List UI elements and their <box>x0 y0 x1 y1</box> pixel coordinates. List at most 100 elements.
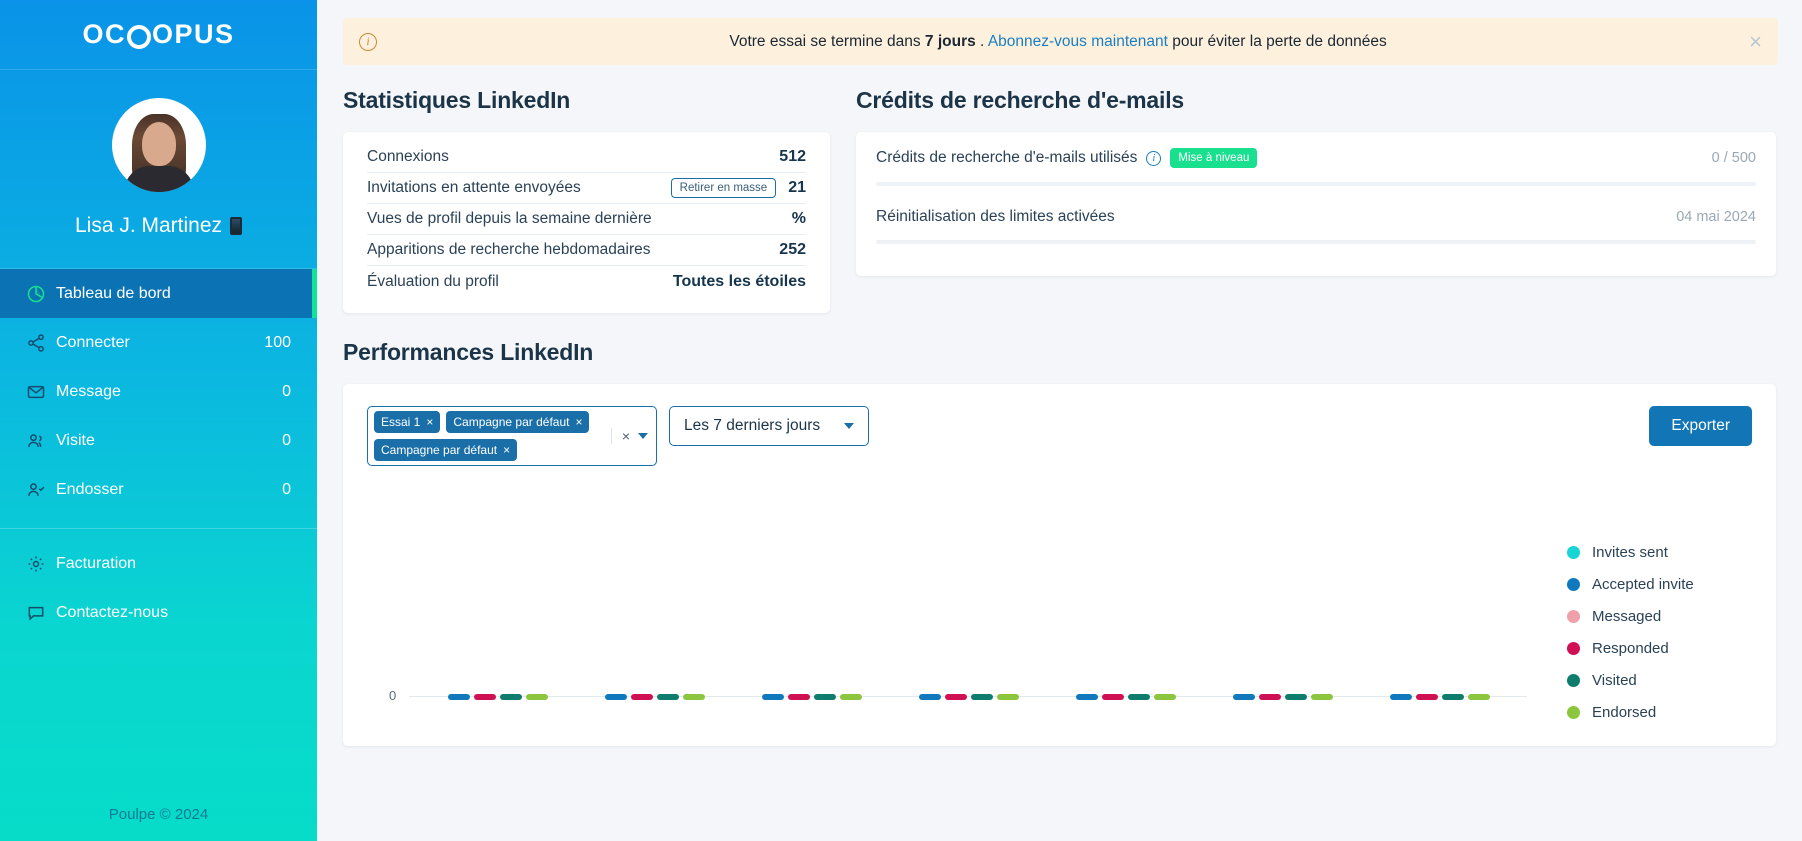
credits-used-label-group: Crédits de recherche d'e-mails utilisés … <box>876 148 1258 168</box>
performance-section: Performances LinkedIn Essai 1 × Campagne… <box>343 339 1776 746</box>
chat-icon <box>26 603 56 623</box>
chart-bar[interactable] <box>604 694 627 700</box>
chart-bar[interactable] <box>1311 694 1334 700</box>
chart-bar[interactable] <box>525 694 548 700</box>
chart-bar[interactable] <box>1233 694 1256 700</box>
sidebar-item-visite[interactable]: Visite 0 <box>0 416 317 465</box>
sidebar-item-connecter[interactable]: Connecter 100 <box>0 318 317 367</box>
chart-bar[interactable] <box>1154 694 1177 700</box>
sidebar-item-facturation[interactable]: Facturation <box>0 539 317 588</box>
campaign-multiselect[interactable]: Essai 1 × Campagne par défaut × Campagne… <box>367 406 657 466</box>
campaign-tag-label: Campagne par défaut <box>381 443 498 457</box>
sidebar-item-count: 0 <box>282 480 291 498</box>
chart-bar[interactable] <box>1259 694 1282 700</box>
legend-item[interactable]: Responded <box>1567 632 1752 664</box>
stat-label: Vues de profil depuis la semaine dernièr… <box>367 210 652 227</box>
info-icon: i <box>359 32 377 51</box>
chart-bar[interactable] <box>473 694 496 700</box>
chart-bar[interactable] <box>656 694 679 700</box>
stat-row-connexions: Connexions 512 <box>367 142 806 173</box>
close-icon[interactable]: × <box>503 443 510 457</box>
chevron-down-icon <box>844 423 854 429</box>
chart-bar[interactable] <box>813 694 836 700</box>
chart-legend: Invites sent Accepted invite Messaged Re… <box>1537 476 1752 726</box>
retirer-en-masse-button[interactable]: Retirer en masse <box>670 178 777 198</box>
campaign-tag[interactable]: Essai 1 × <box>374 411 441 433</box>
chart-bar[interactable] <box>499 694 522 700</box>
chart-bar[interactable] <box>682 694 705 700</box>
legend-label: Visited <box>1592 671 1637 689</box>
legend-item[interactable]: Visited <box>1567 664 1752 696</box>
brand-logo[interactable]: OC OPUS <box>0 0 317 70</box>
chart-bar[interactable] <box>1390 694 1413 700</box>
chart-bar[interactable] <box>1416 694 1439 700</box>
chart-bar[interactable] <box>630 694 653 700</box>
chart-bar[interactable] <box>1468 694 1491 700</box>
sidebar-item-endosser[interactable]: Endosser 0 <box>0 465 317 514</box>
legend-label: Responded <box>1592 639 1669 657</box>
campaign-tag-list: Essai 1 × Campagne par défaut × Campagne… <box>374 411 594 461</box>
chart-bar[interactable] <box>1102 694 1125 700</box>
stat-row-apparitions-recherche: Apparitions de recherche hebdomadaires 2… <box>367 235 806 266</box>
main-content: i Votre essai se termine dans 7 jours . … <box>317 0 1802 841</box>
close-icon[interactable]: × <box>575 415 582 429</box>
chart-bar[interactable] <box>1442 694 1465 700</box>
sidebar-item-label: Contactez-nous <box>56 603 169 621</box>
sidebar-item-count: 0 <box>282 382 291 400</box>
chart-bar-group <box>447 690 548 704</box>
sidebar-item-contactez-nous[interactable]: Contactez-nous <box>0 588 317 637</box>
clear-icon[interactable]: × <box>622 428 630 444</box>
legend-item[interactable]: Endorsed <box>1567 696 1752 728</box>
info-icon[interactable]: i <box>1146 150 1162 166</box>
chart-bar[interactable] <box>761 694 784 700</box>
chart-bar[interactable] <box>918 694 941 700</box>
campaign-tag[interactable]: Campagne par défaut × <box>374 439 518 461</box>
campaign-tag[interactable]: Campagne par défaut × <box>446 411 590 433</box>
chevron-down-icon[interactable] <box>638 433 648 439</box>
upgrade-badge-button[interactable]: Mise à niveau <box>1170 148 1258 168</box>
chart-bar[interactable] <box>1076 694 1099 700</box>
close-icon[interactable]: × <box>426 415 433 429</box>
chart-bar[interactable] <box>1285 694 1308 700</box>
stat-value: 21 <box>788 179 806 196</box>
dashboard-content: Statistiques LinkedIn Connexions 512 Inv… <box>317 87 1802 746</box>
chart-bar[interactable] <box>1128 694 1151 700</box>
subscribe-link[interactable]: Abonnez-vous maintenant <box>988 33 1168 50</box>
share-icon <box>26 333 56 353</box>
users-icon <box>26 431 56 451</box>
sidebar-nav: Tableau de bord Connecter 100 Message 0 <box>0 269 317 637</box>
export-button[interactable]: Exporter <box>1649 406 1752 446</box>
legend-item[interactable]: Invites sent <box>1567 536 1752 568</box>
close-icon[interactable]: × <box>1739 30 1762 53</box>
avatar <box>111 98 206 192</box>
sidebar-item-tableau-de-bord[interactable]: Tableau de bord <box>0 269 317 318</box>
performance-chart: 0 Invites sent Accepted invite Messaged … <box>367 476 1752 726</box>
sidebar-item-label: Visite <box>56 431 95 449</box>
chart-bar[interactable] <box>996 694 1019 700</box>
legend-color-dot <box>1567 545 1580 559</box>
chart-bar[interactable] <box>447 694 470 700</box>
chart-plot-area: 0 <box>367 476 1537 726</box>
sidebar-item-count: 100 <box>264 333 291 351</box>
chart-bar[interactable] <box>970 694 993 700</box>
sidebar-divider <box>0 528 317 529</box>
chart-bar[interactable] <box>839 694 862 700</box>
chart-bar[interactable] <box>944 694 967 700</box>
chart-bar-group <box>1076 690 1177 704</box>
legend-color-dot <box>1567 641 1580 655</box>
legend-label: Messaged <box>1592 607 1662 625</box>
legend-item[interactable]: Accepted invite <box>1567 568 1752 600</box>
multiselect-actions: × <box>610 428 648 444</box>
sidebar-item-message[interactable]: Message 0 <box>0 367 317 416</box>
alert-text-before: Votre essai se termine dans <box>729 32 925 50</box>
campaign-tag-label: Essai 1 <box>381 415 421 429</box>
chart-bar-group <box>761 690 862 704</box>
chart-bar[interactable] <box>787 694 810 700</box>
profile-block: Lisa J. Martinez <box>0 70 317 269</box>
date-range-select[interactable]: Les 7 derniers jours <box>669 406 869 446</box>
legend-label: Endorsed <box>1592 703 1657 721</box>
legend-label: Invites sent <box>1592 543 1668 561</box>
page-title-credits: Crédits de recherche d'e-mails <box>856 87 1184 113</box>
chart-bar-group <box>1233 690 1334 704</box>
legend-item[interactable]: Messaged <box>1567 600 1752 632</box>
